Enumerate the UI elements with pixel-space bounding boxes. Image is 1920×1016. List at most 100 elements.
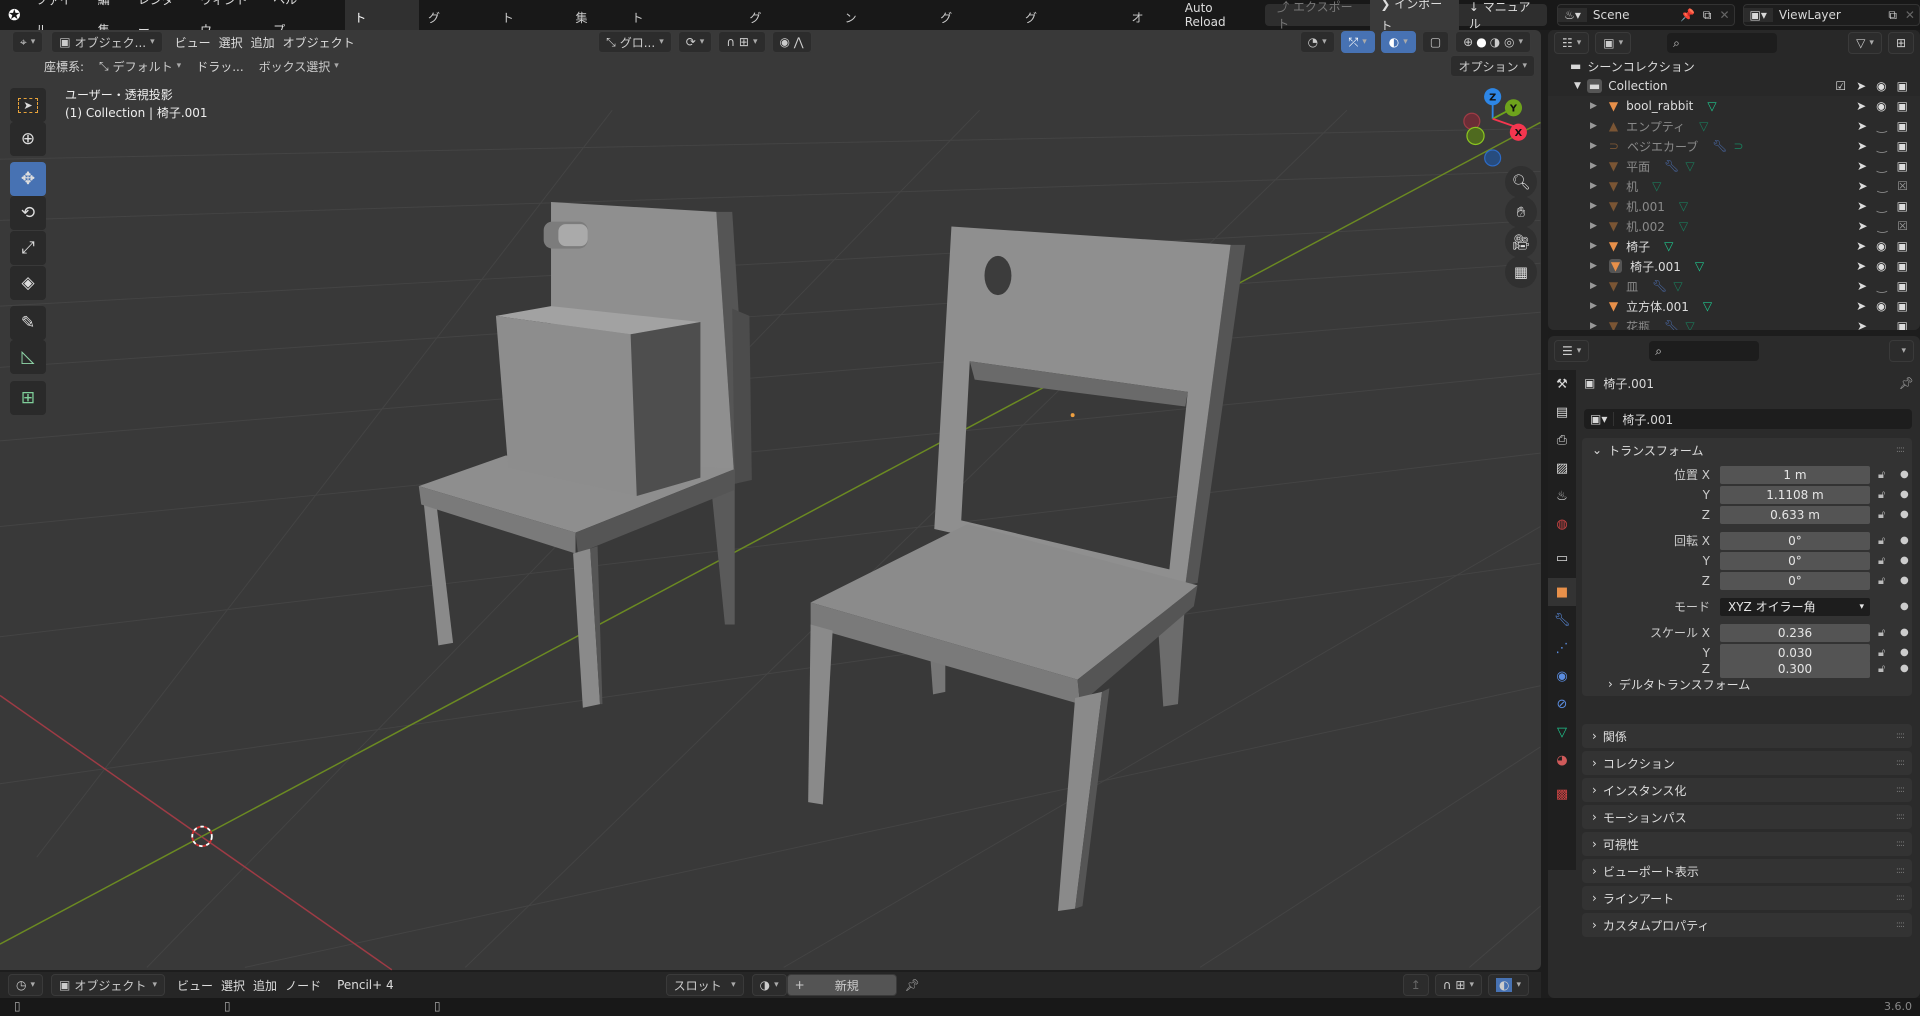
eye-closed-icon[interactable]: ‿ (1878, 219, 1888, 233)
mesh-data-icon[interactable]: ▽ (1679, 219, 1688, 233)
xray-toggle[interactable]: ▢ (1421, 31, 1450, 53)
collapsed-panel[interactable]: › インスタンス化:::: (1582, 778, 1912, 802)
scene-collection-row[interactable]: ▬ シーンコレクション (1548, 56, 1920, 76)
outliner-search[interactable]: ⌕ (1667, 33, 1778, 53)
camera-view-button[interactable]: 🎥︎ (1505, 226, 1537, 258)
drag-dropdown[interactable]: ドラッ... (196, 58, 243, 75)
eye-icon[interactable]: ◉ (1876, 79, 1886, 93)
mesh-data-icon[interactable]: ▽ (1673, 279, 1682, 293)
collapsed-panel[interactable]: › ビューポート表示:::: (1582, 859, 1912, 883)
outliner-item[interactable]: ▶ ▼ 平面 🔧︎ ▽ ➤ ‿ ▣ (1548, 156, 1920, 176)
manual-button[interactable]: ↓ マニュアル (1459, 0, 1547, 32)
lock-icon[interactable]: 🔓︎ (1878, 552, 1885, 570)
mode-dropdown[interactable]: ▣ オブジェク... ▾ (51, 31, 163, 53)
select-icon[interactable]: ➤ (1858, 179, 1868, 193)
expand-arrow-icon[interactable]: ▶ (1590, 121, 1597, 131)
keyframe-dot[interactable]: ● (1900, 552, 1909, 570)
pin-icon[interactable]: 📌 (1676, 8, 1699, 22)
coord-system-dropdown[interactable]: ⤡ デフォルト ▾ (92, 55, 188, 77)
eye-closed-icon[interactable]: ‿ (1877, 139, 1887, 153)
rotation-mode-dropdown[interactable]: XYZ オイラー角 ▾ (1720, 598, 1870, 616)
editor-type-button[interactable]: ◷ ▾ (8, 974, 44, 996)
node-menu[interactable]: ノード (281, 977, 325, 994)
outliner-item[interactable]: ▶ ▼ 花瓶 🔧︎ ▽ ➤ ‿ ▣ (1548, 316, 1920, 330)
delta-transform-header[interactable]: › デルタトランスフォーム (1582, 672, 1750, 696)
ortho-toggle-button[interactable]: ▦ (1505, 256, 1537, 288)
eye-icon[interactable]: ◉ (1876, 99, 1886, 113)
outliner-item[interactable]: ▶ ▼ 椅子 ▽ ➤ ◉ ▣ (1548, 236, 1920, 256)
view-layer-tab[interactable]: ▨ (1548, 454, 1576, 482)
expand-arrow-icon[interactable]: ▶ (1590, 221, 1597, 231)
collapsed-panel[interactable]: › コレクション:::: (1582, 751, 1912, 775)
workspace-tab[interactable]: アニメーション (836, 0, 932, 30)
expand-arrow-icon[interactable]: ▶ (1590, 181, 1597, 191)
export-button[interactable]: ⤴ エクスポート (1265, 0, 1370, 32)
collapsed-panel[interactable]: › ラインアート:::: (1582, 886, 1912, 910)
lock-icon[interactable]: 🔓︎ (1878, 532, 1885, 550)
pin-icon[interactable]: 📌︎ (905, 978, 920, 992)
expand-arrow-icon[interactable]: ▼ (1574, 81, 1581, 91)
viewport-menu[interactable]: 追加 (247, 34, 279, 51)
eye-icon[interactable]: ◉ (1876, 239, 1886, 253)
camera-icon[interactable]: ▣ (1897, 99, 1908, 113)
node-menu[interactable]: ビュー (173, 977, 217, 994)
expand-arrow-icon[interactable]: ▶ (1590, 101, 1597, 111)
expand-arrow-icon[interactable]: ▶ (1590, 241, 1597, 251)
tool-tab[interactable]: ⚒ (1548, 370, 1576, 398)
eye-closed-icon[interactable]: ‿ (1877, 199, 1887, 213)
outliner-item[interactable]: ▶ ▼ 机.001 ▽ ➤ ‿ ▣ (1548, 196, 1920, 216)
camera-disabled-icon[interactable]: ☒ (1897, 219, 1908, 233)
expand-arrow-icon[interactable]: ▶ (1590, 301, 1597, 311)
keyframe-dot[interactable]: ● (1900, 660, 1909, 678)
location-y-field[interactable]: 1.1108 m (1720, 486, 1870, 504)
lock-icon[interactable]: 🔓︎ (1878, 660, 1885, 678)
expand-arrow-icon[interactable]: ▶ (1590, 161, 1597, 171)
camera-icon[interactable]: ▣ (1897, 239, 1908, 253)
lock-icon[interactable]: 🔓︎ (1878, 486, 1885, 504)
workspace-tab[interactable]: コンポジティング (1016, 0, 1122, 30)
outliner-item[interactable]: ▶ ⊃ ベジエカーブ 🔧︎ ⊃ ➤ ‿ ▣ (1548, 136, 1920, 156)
auto-reload-button[interactable]: Auto Reload (1185, 1, 1253, 29)
expand-arrow-icon[interactable]: ▶ (1590, 261, 1597, 271)
camera-icon[interactable]: ▣ (1897, 119, 1908, 133)
physics-tab[interactable]: ◉ (1548, 662, 1576, 690)
workspace-tab[interactable]: スカルプト (493, 0, 567, 30)
camera-icon[interactable]: ▣ (1897, 319, 1908, 330)
node-menu[interactable]: 選択 (217, 977, 249, 994)
viewport-menu[interactable]: ビュー (171, 34, 215, 51)
transform-panel-header[interactable]: ⌄ トランスフォーム:::: (1582, 438, 1912, 462)
snap-toggle[interactable]: ∩ ⊞ ▾ (718, 31, 766, 53)
mesh-data-icon[interactable]: ▽ (1685, 319, 1694, 330)
overlay-toggle[interactable]: ◐ ▾ (1380, 31, 1416, 53)
image-icon[interactable]: ▽ (1699, 119, 1708, 133)
eye-closed-icon[interactable]: ‿ (1877, 319, 1887, 330)
view-layer-icon[interactable]: ▣▾ (1743, 8, 1773, 22)
mesh-data-icon[interactable]: ▽ (1695, 259, 1704, 273)
pivot-dropdown[interactable]: ⟳ ▾ (677, 31, 713, 53)
select-icon[interactable]: ➤ (1856, 239, 1866, 253)
camera-icon[interactable]: ▣ (1897, 279, 1908, 293)
expand-arrow-icon[interactable]: ▶ (1590, 281, 1597, 291)
wrench-icon[interactable]: 🔧︎ (1664, 319, 1679, 330)
object-browse[interactable]: ▣▾ (1584, 412, 1615, 426)
checkbox[interactable]: ☑ (1835, 79, 1846, 93)
view-layer-field[interactable]: ViewLayer (1773, 8, 1884, 22)
keyframe-dot[interactable]: ● (1900, 506, 1909, 524)
pencil-plus-menu[interactable]: Pencil+ 4 (333, 978, 398, 992)
data-tab[interactable]: ▽ (1548, 718, 1576, 746)
pan-button[interactable]: ✋︎ (1505, 196, 1537, 228)
new-material-button[interactable]: + 新規 (786, 974, 897, 996)
scene-name-field[interactable]: Scene (1587, 8, 1676, 22)
keyframe-dot[interactable]: ● (1900, 486, 1909, 504)
select-icon[interactable]: ➤ (1857, 199, 1867, 213)
wrench-icon[interactable]: 🔧︎ (1664, 159, 1679, 173)
collapsed-panel[interactable]: › 関係:::: (1582, 724, 1912, 748)
outliner-item[interactable]: ▶ ▼ 椅子.001 ▽ ➤ ◉ ▣ (1548, 256, 1920, 276)
cursor-tool[interactable]: ⊕ (10, 122, 46, 156)
outliner-item[interactable]: ▶ ▼ 皿 🔧︎ ▽ ➤ ‿ ▣ (1548, 276, 1920, 296)
options-dropdown[interactable]: ▾ (1889, 340, 1914, 362)
collapsed-panel[interactable]: › モーションパス:::: (1582, 805, 1912, 829)
select-icon[interactable]: ➤ (1856, 99, 1866, 113)
object-tab[interactable]: ■ (1548, 578, 1576, 606)
location-z-field[interactable]: 0.633 m (1720, 506, 1870, 524)
